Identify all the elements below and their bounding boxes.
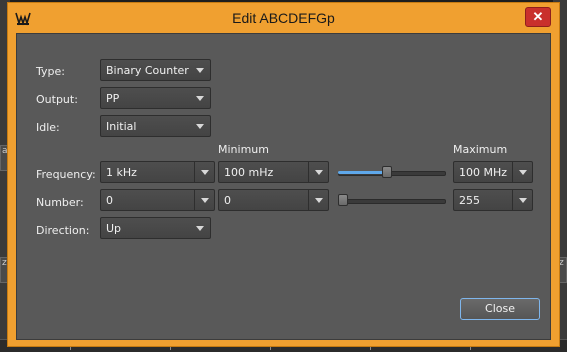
slider-handle[interactable] bbox=[382, 166, 393, 178]
chevron-down-icon bbox=[196, 124, 204, 129]
direction-label: Direction: bbox=[36, 224, 90, 237]
chevron-down-icon bbox=[519, 198, 527, 203]
chevron-down-icon bbox=[519, 170, 527, 175]
edit-dialog: Edit ABCDEFGp ✕ Type: Binary Counter Out… bbox=[7, 2, 560, 347]
chevron-down-icon bbox=[196, 96, 204, 101]
number-label: Number: bbox=[36, 196, 84, 209]
output-value: PP bbox=[106, 92, 120, 105]
number-min-dropdown-button[interactable] bbox=[308, 190, 328, 210]
window-close-button[interactable]: ✕ bbox=[525, 7, 551, 27]
chevron-down-icon bbox=[196, 226, 204, 231]
frequency-value-combo[interactable]: 1 kHz bbox=[100, 161, 215, 183]
chevron-down-icon bbox=[201, 198, 209, 203]
frequency-label: Frequency: bbox=[36, 168, 96, 181]
window-title: Edit ABCDEFGp bbox=[232, 10, 335, 26]
frequency-value: 1 kHz bbox=[106, 166, 137, 179]
output-label: Output: bbox=[36, 93, 78, 106]
frequency-min-dropdown-button[interactable] bbox=[308, 162, 328, 182]
idle-value: Initial bbox=[106, 120, 137, 133]
number-value: 0 bbox=[106, 194, 113, 207]
maximum-header: Maximum bbox=[453, 143, 508, 156]
chevron-down-icon bbox=[315, 170, 323, 175]
chevron-down-icon bbox=[196, 68, 204, 73]
number-dropdown-button[interactable] bbox=[194, 190, 214, 210]
type-value: Binary Counter bbox=[106, 64, 189, 77]
frequency-slider[interactable] bbox=[338, 164, 446, 180]
slider-fill bbox=[338, 171, 388, 174]
idle-dropdown[interactable]: Initial bbox=[100, 115, 211, 137]
number-min-combo[interactable]: 0 bbox=[218, 189, 329, 211]
close-button[interactable]: Close bbox=[460, 298, 540, 320]
slider-handle[interactable] bbox=[338, 194, 348, 206]
frequency-dropdown-button[interactable] bbox=[194, 162, 214, 182]
chevron-down-icon bbox=[315, 198, 323, 203]
number-max-combo[interactable]: 255 bbox=[453, 189, 533, 211]
type-label: Type: bbox=[36, 65, 65, 78]
chevron-down-icon bbox=[201, 170, 209, 175]
dialog-body: Type: Binary Counter Output: PP Idle: In… bbox=[16, 33, 551, 340]
slider-groove bbox=[338, 199, 446, 204]
number-min-value: 0 bbox=[224, 194, 231, 207]
direction-value: Up bbox=[106, 222, 122, 235]
close-icon: ✕ bbox=[532, 9, 544, 24]
type-dropdown[interactable]: Binary Counter bbox=[100, 59, 211, 81]
output-dropdown[interactable]: PP bbox=[100, 87, 211, 109]
number-max-dropdown-button[interactable] bbox=[512, 190, 532, 210]
frequency-min-combo[interactable]: 100 mHz bbox=[218, 161, 329, 183]
number-slider[interactable] bbox=[338, 192, 446, 208]
frequency-max-value: 100 MHz bbox=[459, 166, 508, 179]
frequency-max-dropdown-button[interactable] bbox=[512, 162, 532, 182]
idle-label: Idle: bbox=[36, 121, 60, 134]
title-bar[interactable]: Edit ABCDEFGp ✕ bbox=[8, 3, 559, 33]
number-max-value: 255 bbox=[459, 194, 480, 207]
minimum-header: Minimum bbox=[218, 143, 269, 156]
frequency-max-combo[interactable]: 100 MHz bbox=[453, 161, 533, 183]
number-value-combo[interactable]: 0 bbox=[100, 189, 215, 211]
frequency-min-value: 100 mHz bbox=[224, 166, 274, 179]
direction-dropdown[interactable]: Up bbox=[100, 217, 211, 239]
